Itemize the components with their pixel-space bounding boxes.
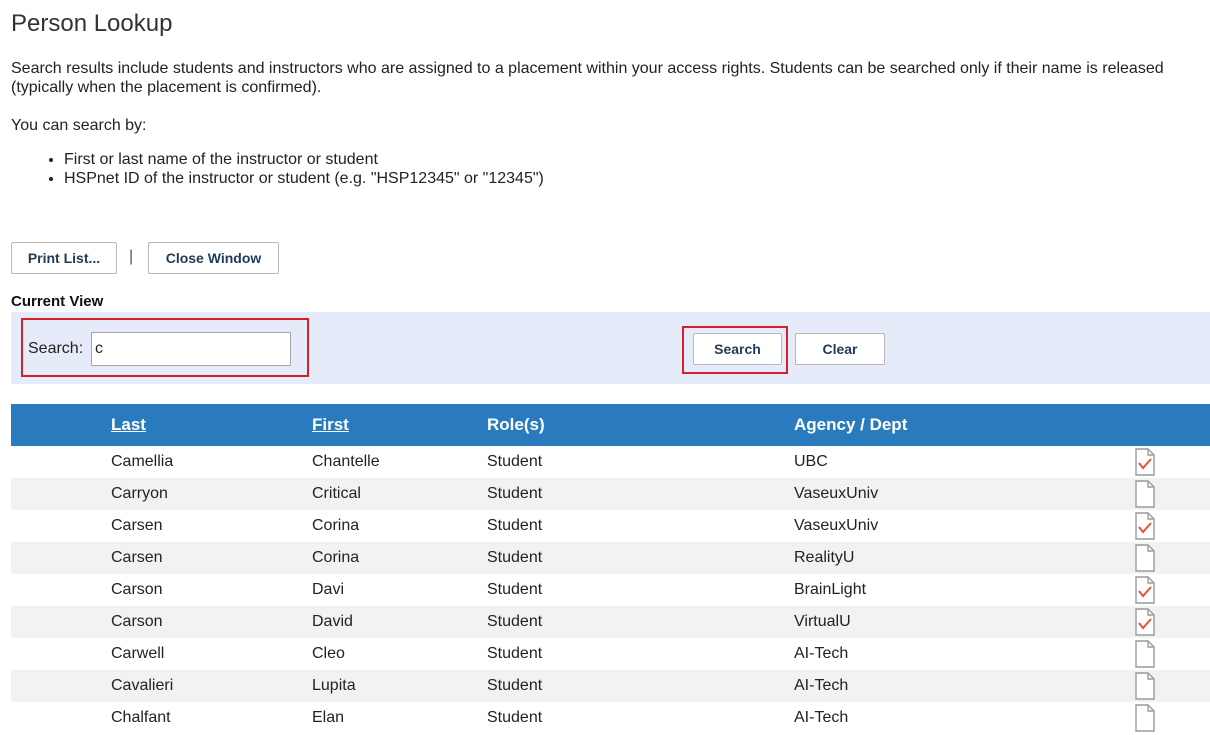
cell-spacer	[11, 638, 111, 670]
cell-last: Carson	[111, 581, 163, 598]
page-title: Person Lookup	[11, 10, 173, 37]
toolbar-separator: |	[129, 248, 134, 265]
search-label: Search:	[28, 340, 84, 357]
cell-last: Carwell	[111, 645, 165, 662]
table-row: Chalfant Elan Student AI-Tech	[11, 702, 1210, 734]
cell-first: Critical	[312, 485, 361, 502]
cell-last: Carsen	[111, 549, 163, 566]
cell-role: Student	[487, 581, 543, 598]
search-button[interactable]: Search	[693, 333, 782, 365]
cell-icon	[1134, 670, 1210, 702]
cell-last: Carryon	[111, 485, 168, 502]
cell-agency: UBC	[794, 453, 828, 470]
header-icon-spacer	[1134, 404, 1210, 446]
cell-agency: BrainLight	[794, 581, 867, 598]
page-description: Search results include students and inst…	[11, 60, 1164, 96]
current-view-heading: Current View	[11, 293, 104, 310]
cell-spacer	[11, 510, 111, 542]
cell-role: Student	[487, 453, 543, 470]
cell-first: Davi	[312, 581, 345, 598]
search-by-item: First or last name of the instructor or …	[64, 150, 544, 169]
document-check-icon[interactable]	[1134, 608, 1156, 636]
table-row: Carsen Corina Student VaseuxUniv	[11, 510, 1210, 542]
table-row: Carsen Corina Student RealityU	[11, 542, 1210, 574]
close-window-button[interactable]: Close Window	[148, 242, 279, 274]
search-by-intro: You can search by:	[11, 117, 147, 134]
document-icon[interactable]	[1134, 544, 1156, 572]
document-icon[interactable]	[1134, 480, 1156, 508]
cell-agency: RealityU	[794, 549, 855, 566]
table-row: Carson Davi Student BrainLight	[11, 574, 1210, 606]
cell-first: David	[312, 613, 353, 630]
cell-spacer	[11, 702, 111, 734]
cell-role: Student	[487, 645, 543, 662]
clear-button[interactable]: Clear	[795, 333, 885, 365]
cell-role: Student	[487, 517, 543, 534]
table-row: Carwell Cleo Student AI-Tech	[11, 638, 1210, 670]
search-input[interactable]	[91, 332, 291, 366]
table-header-row: Last First Role(s) Agency / Dept	[11, 404, 1210, 446]
cell-role: Student	[487, 677, 543, 694]
cell-first: Corina	[312, 549, 360, 566]
cell-spacer	[11, 446, 111, 478]
cell-icon	[1134, 542, 1210, 574]
cell-last: Carsen	[111, 517, 163, 534]
header-first: First	[312, 404, 487, 446]
cell-spacer	[11, 606, 111, 638]
print-list-button[interactable]: Print List...	[11, 242, 117, 274]
cell-agency: VirtualU	[794, 613, 851, 630]
cell-first: Elan	[312, 709, 345, 726]
cell-role: Student	[487, 613, 543, 630]
table-row: Carson David Student VirtualU	[11, 606, 1210, 638]
cell-icon	[1134, 446, 1210, 478]
cell-icon	[1134, 638, 1210, 670]
table-row: Cavalieri Lupita Student AI-Tech	[11, 670, 1210, 702]
search-by-item: HSPnet ID of the instructor or student (…	[64, 169, 544, 188]
sort-last-link[interactable]: Last	[111, 415, 146, 434]
cell-agency: VaseuxUniv	[794, 485, 879, 502]
cell-spacer	[11, 542, 111, 574]
cell-spacer	[11, 670, 111, 702]
cell-agency: AI-Tech	[794, 709, 849, 726]
cell-icon	[1134, 510, 1210, 542]
cell-role: Student	[487, 709, 543, 726]
cell-last: Cavalieri	[111, 677, 174, 694]
cell-agency: VaseuxUniv	[794, 517, 879, 534]
cell-last: Carson	[111, 613, 163, 630]
cell-icon	[1134, 574, 1210, 606]
search-by-list: First or last name of the instructor or …	[11, 150, 544, 188]
cell-role: Student	[487, 549, 543, 566]
cell-spacer	[11, 574, 111, 606]
cell-agency: AI-Tech	[794, 677, 849, 694]
cell-first: Corina	[312, 517, 360, 534]
header-last: Last	[111, 404, 312, 446]
cell-icon	[1134, 478, 1210, 510]
results-table: Last First Role(s) Agency / Dept Camelli…	[11, 404, 1210, 734]
table-row: Camellia Chantelle Student UBC	[11, 446, 1210, 478]
cell-agency: AI-Tech	[794, 645, 849, 662]
table-row: Carryon Critical Student VaseuxUniv	[11, 478, 1210, 510]
cell-role: Student	[487, 485, 543, 502]
document-icon[interactable]	[1134, 640, 1156, 668]
cell-last: Chalfant	[111, 709, 171, 726]
cell-first: Chantelle	[312, 453, 380, 470]
sort-first-link[interactable]: First	[312, 415, 349, 434]
header-agency: Agency / Dept	[794, 415, 908, 434]
cell-last: Camellia	[111, 453, 174, 470]
header-spacer	[11, 404, 111, 446]
document-check-icon[interactable]	[1134, 576, 1156, 604]
header-roles: Role(s)	[487, 415, 545, 434]
cell-first: Lupita	[312, 677, 356, 694]
document-icon[interactable]	[1134, 672, 1156, 700]
cell-icon	[1134, 606, 1210, 638]
document-check-icon[interactable]	[1134, 512, 1156, 540]
cell-spacer	[11, 478, 111, 510]
document-icon[interactable]	[1134, 704, 1156, 732]
cell-icon	[1134, 702, 1210, 734]
cell-first: Cleo	[312, 645, 345, 662]
document-check-icon[interactable]	[1134, 448, 1156, 476]
